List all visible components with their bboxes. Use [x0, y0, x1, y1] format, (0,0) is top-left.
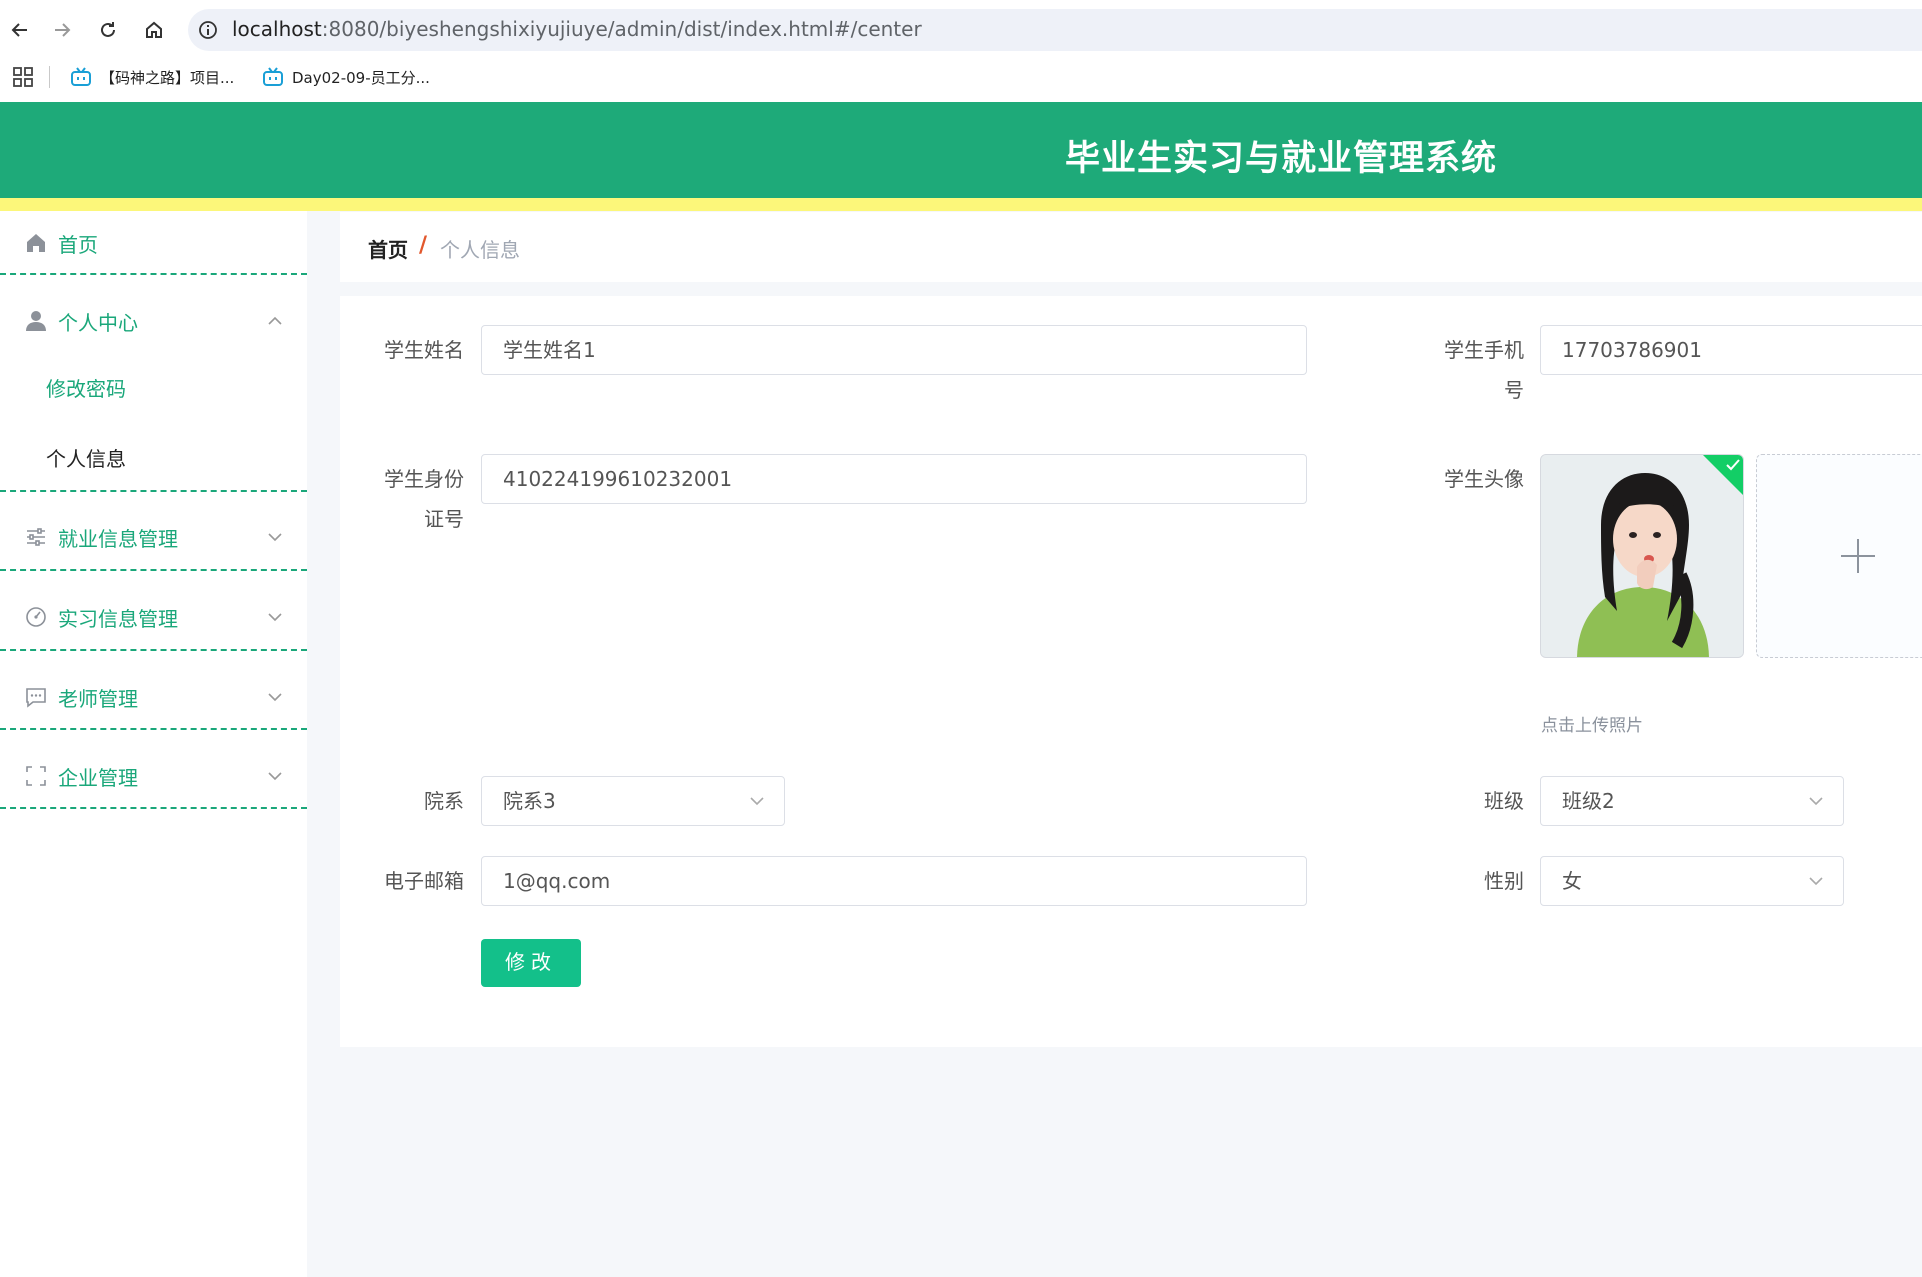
browser-toolbar: localhost:8080/biyeshengshixiyujiuye/adm… [0, 0, 1922, 102]
id-card-label: 学生身份 证号 [384, 467, 464, 531]
class-select[interactable]: 班级2 [1540, 776, 1844, 826]
forward-icon[interactable] [48, 16, 76, 44]
chevron-down-icon [1809, 877, 1823, 886]
email-field[interactable]: 1@qq.com [481, 856, 1307, 906]
breadcrumb-home[interactable]: 首页 [368, 234, 408, 263]
sidebar-item-personal-center[interactable]: 个人中心 [0, 301, 307, 341]
site-info-icon[interactable] [197, 19, 219, 41]
chevron-down-icon [268, 693, 282, 702]
form-panel [340, 296, 1922, 1047]
phone-label: 学生手机 号 [1444, 338, 1524, 402]
sidebar-item-company[interactable]: 企业管理 [0, 756, 307, 796]
chevron-down-icon [268, 533, 282, 542]
sidebar-item-teacher[interactable]: 老师管理 [0, 677, 307, 717]
reload-icon[interactable] [94, 16, 122, 44]
bookmark-label: Day02-09-员工分... [292, 68, 430, 87]
gender-select[interactable]: 女 [1540, 856, 1844, 906]
sidebar-item-change-password[interactable]: 修改密码 [46, 373, 126, 402]
id-card-field[interactable]: 410224199610232001 [481, 454, 1307, 504]
email-label: 电子邮箱 [384, 869, 464, 893]
sliders-icon [27, 528, 45, 546]
sidebar-item-personal-info[interactable]: 个人信息 [46, 443, 126, 472]
upload-success-badge [1703, 455, 1743, 495]
url-text[interactable]: localhost:8080/biyeshengshixiyujiuye/adm… [232, 17, 922, 41]
department-select[interactable]: 院系3 [481, 776, 785, 826]
header-stripe [0, 198, 1922, 211]
breadcrumb: 首页 / 个人信息 [340, 212, 1922, 282]
bookmark-item[interactable]: Day02-09-员工分... [262, 64, 430, 90]
chevron-down-icon [268, 772, 282, 781]
chevron-down-icon [1809, 797, 1823, 806]
avatar-label: 学生头像 [1444, 467, 1524, 491]
department-value: 院系3 [503, 789, 556, 813]
avatar[interactable] [1540, 454, 1744, 658]
check-icon [1726, 459, 1740, 471]
upload-tip: 点击上传照片 [1541, 716, 1643, 736]
sidebar-item-home[interactable]: 首页 [0, 223, 307, 263]
name-field[interactable]: 学生姓名1 [481, 325, 1307, 375]
menu-divider [0, 273, 307, 275]
menu-divider [0, 649, 307, 651]
fullscreen-icon [26, 766, 46, 786]
bookmark-item[interactable]: 【码神之路】项目... [70, 64, 234, 90]
home-browser-icon[interactable] [140, 16, 168, 44]
phone-field[interactable]: 17703786901 [1540, 325, 1922, 375]
plus-icon [1841, 539, 1875, 573]
gender-label: 性别 [1484, 869, 1524, 893]
chevron-down-icon [750, 797, 764, 806]
class-label: 班级 [1484, 789, 1524, 813]
user-icon [26, 311, 46, 331]
bookmark-label: 【码神之路】项目... [100, 68, 235, 87]
menu-divider [0, 569, 307, 571]
app-title: 毕业生实习与就业管理系统 [1065, 139, 1498, 179]
gauge-icon [26, 607, 46, 627]
name-label: 学生姓名 [384, 338, 464, 362]
department-label: 院系 [424, 789, 464, 813]
submit-button[interactable]: 修改 [481, 939, 581, 987]
bilibili-icon [263, 67, 283, 86]
sidebar-item-intern-info[interactable]: 实习信息管理 [0, 597, 307, 637]
menu-divider [0, 807, 307, 809]
back-icon[interactable] [6, 16, 34, 44]
home-icon [27, 234, 45, 252]
apps-grid-icon[interactable] [12, 66, 34, 88]
bookmark-divider [49, 66, 50, 88]
chevron-up-icon [268, 316, 282, 325]
class-value: 班级2 [1562, 789, 1615, 813]
chat-icon [26, 688, 46, 708]
sidebar: 首页 个人中心 修改密码 个人信息 就业信息管理 实习信息管理 老师管理 企业管… [0, 211, 307, 1277]
gender-value: 女 [1562, 869, 1582, 893]
app-header: 毕业生实习与就业管理系统 [0, 102, 1922, 198]
breadcrumb-current: 个人信息 [440, 238, 520, 262]
chevron-down-icon [268, 613, 282, 622]
menu-divider [0, 728, 307, 730]
menu-divider [0, 490, 307, 492]
upload-button[interactable] [1756, 454, 1922, 658]
bilibili-icon [71, 67, 91, 86]
sidebar-item-job-info[interactable]: 就业信息管理 [0, 517, 307, 557]
breadcrumb-separator: / [419, 233, 428, 258]
